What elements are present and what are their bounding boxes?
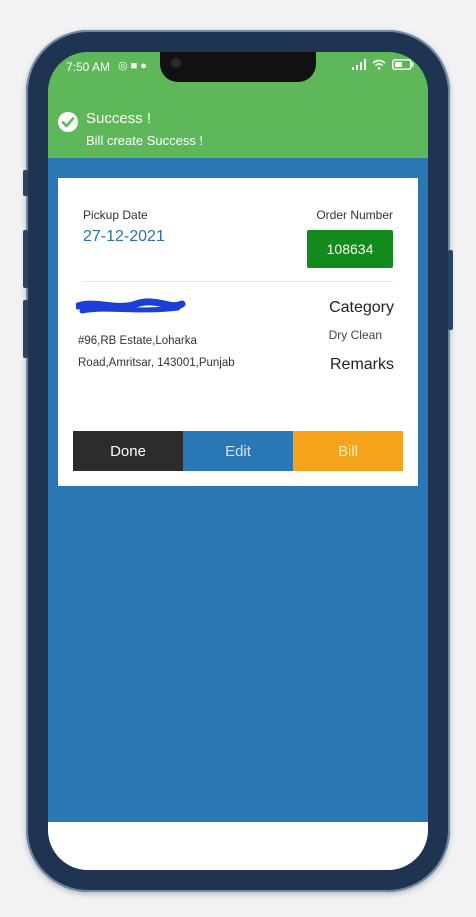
- redacted-customer-name: [76, 298, 186, 314]
- edit-button[interactable]: Edit: [183, 431, 293, 471]
- battery-icon: [392, 59, 414, 70]
- badge-icon: ●: [140, 60, 150, 72]
- notification-icon: ◎: [118, 60, 131, 72]
- phone-frame: 7:50 AM ◎■● Success ! Bill create Succes…: [23, 30, 453, 892]
- camera-lens: [171, 58, 181, 68]
- bill-button[interactable]: Bill: [293, 431, 403, 471]
- volume-up-button: [23, 230, 28, 288]
- status-left-icons: ◎■●: [118, 59, 150, 72]
- success-toast: Success ! Bill create Success !: [48, 100, 428, 158]
- wifi-icon: [372, 59, 386, 70]
- remarks-label: Remarks: [329, 356, 394, 373]
- status-right-icons: [352, 59, 414, 70]
- power-button: [448, 250, 453, 330]
- signal-icon: [352, 59, 366, 70]
- order-number-badge: 108634: [307, 230, 393, 268]
- camera-notch: [160, 52, 316, 82]
- category-value: Dry Clean: [328, 328, 382, 342]
- volume-down-button: [23, 300, 28, 358]
- card-divider: [83, 281, 393, 282]
- toast-title: Success !: [86, 110, 152, 127]
- video-icon: ■: [130, 60, 141, 72]
- pickup-date-value: 27-12-2021: [83, 228, 165, 245]
- action-buttons: Done Edit Bill: [73, 431, 403, 471]
- pickup-date-label: Pickup Date: [83, 208, 148, 222]
- order-card: Pickup Date 27-12-2021 Order Number 1086…: [58, 178, 418, 486]
- customer-address: #96,RB Estate,Loharka Road,Amritsar, 143…: [78, 335, 235, 369]
- toast-message: Bill create Success !: [86, 133, 204, 148]
- check-circle-icon: [58, 112, 78, 132]
- mute-switch: [23, 170, 28, 196]
- screen: 7:50 AM ◎■● Success ! Bill create Succes…: [48, 52, 428, 870]
- bottom-nav-bar: [48, 822, 428, 870]
- status-time: 7:50 AM: [66, 60, 111, 74]
- done-button[interactable]: Done: [73, 431, 183, 471]
- category-label: Category: [329, 299, 394, 316]
- order-number-label: Order Number: [316, 208, 393, 222]
